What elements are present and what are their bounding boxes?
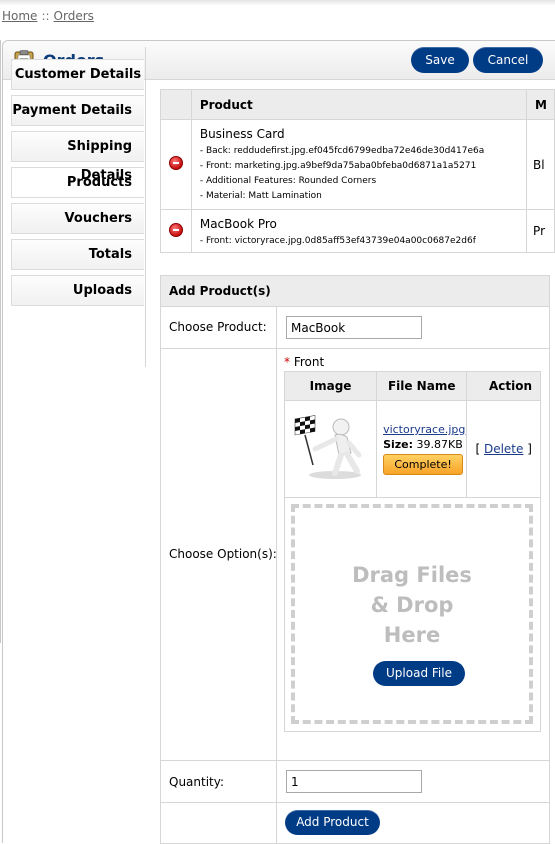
tab-customer-details[interactable]: Customer Details (11, 59, 144, 90)
top-shadow-bar (0, 0, 555, 6)
uploaded-file-row: victoryrace.jpg Size: 39.87KB Complete! … (284, 400, 541, 498)
quantity-row: Quantity: (161, 761, 549, 803)
remove-cell (160, 119, 192, 210)
upload-options-table: Image File Name Action victoryrace.jpg S… (284, 371, 541, 732)
choose-product-input[interactable] (286, 316, 422, 339)
action-cell: [ Delete ] (466, 400, 541, 498)
cancel-button[interactable]: Cancel (473, 47, 543, 73)
upload-complete-badge[interactable]: Complete! (383, 454, 464, 475)
table-row: Business Card - Back: reddudefirst.jpg.e… (160, 119, 555, 210)
option-name: Front (293, 355, 325, 369)
tab-products[interactable]: Products (11, 167, 144, 198)
add-product-row: Add Product (161, 803, 549, 843)
remove-cell (160, 209, 192, 253)
dropzone-text-line: Drag Files (352, 563, 472, 587)
file-dropzone[interactable]: Drag Files & Drop Here Upload File (291, 504, 533, 724)
product-cell: Business Card - Back: reddudefirst.jpg.e… (191, 119, 528, 210)
breadcrumb-home-link[interactable]: Home (2, 9, 37, 23)
row-divider (276, 803, 277, 843)
delete-file-link[interactable]: Delete (484, 442, 523, 456)
file-thumbnail (291, 414, 371, 486)
row-divider (276, 307, 277, 348)
breadcrumb-orders-link[interactable]: Orders (54, 9, 94, 23)
dropzone-row: Drag Files & Drop Here Upload File (284, 497, 541, 732)
dropzone-text-line: Here (383, 623, 441, 647)
options-header-row: Image File Name Action (284, 371, 541, 401)
page-left-edge (0, 40, 1, 643)
dropzone-cell: Drag Files & Drop Here Upload File (284, 497, 541, 732)
tab-shipping-details[interactable]: Shipping Details (11, 131, 144, 183)
file-size-label: Size: (383, 438, 414, 451)
remove-product-icon[interactable] (168, 156, 183, 170)
remove-product-icon[interactable] (168, 222, 183, 237)
tab-vouchers[interactable]: Vouchers (11, 203, 144, 234)
remove-column-header (160, 89, 192, 120)
tab-totals[interactable]: Totals (11, 239, 144, 270)
table-header-row: Product M (160, 89, 555, 120)
quantity-label: Quantity: (169, 775, 225, 789)
product-option: - Additional Features: Rounded Corners (199, 176, 377, 186)
file-size-value: 39.87KB (416, 438, 463, 451)
file-info-cell: victoryrace.jpg Size: 39.87KB Complete! (376, 400, 468, 498)
delete-bracket-open: [ (475, 442, 481, 456)
product-name: MacBook Pro (199, 217, 277, 231)
model-cell: Bl (526, 119, 555, 210)
product-cell: MacBook Pro - Front: victoryrace.jpg.0d8… (191, 209, 528, 253)
vertical-tabs: Customer Details Payment Details Shippin… (11, 59, 144, 311)
choose-product-label: Choose Product: (169, 320, 267, 334)
tabs-divider (145, 47, 146, 367)
breadcrumb: Home:: Orders (2, 9, 94, 23)
breadcrumb-separator: :: (41, 9, 50, 23)
model-column-header: M (526, 89, 555, 120)
add-products-box: Add Product(s) Choose Product: Choose Op… (160, 275, 550, 844)
tab-payment-details[interactable]: Payment Details (11, 95, 144, 126)
option-title: * Front (284, 355, 324, 369)
add-products-heading: Add Product(s) (161, 276, 549, 307)
model-cell: Pr (526, 209, 555, 253)
choose-options-row: Choose Option(s): * Front Image File Nam… (161, 349, 549, 761)
upload-file-button[interactable]: Upload File (373, 661, 465, 686)
dropzone-text: Drag Files & Drop Here (295, 560, 529, 650)
tab-uploads[interactable]: Uploads (11, 275, 144, 306)
product-column-header: Product (191, 89, 528, 120)
dropzone-text-line: & Drop (370, 593, 454, 617)
product-option: - Back: reddudefirst.jpg.ef045fcd6799edb… (199, 146, 485, 156)
save-button[interactable]: Save (411, 47, 469, 73)
row-divider (276, 349, 277, 760)
choose-product-row: Choose Product: (161, 307, 549, 349)
action-column-header: Action (466, 371, 541, 401)
product-name: Business Card (199, 127, 285, 141)
required-mark: * (284, 355, 290, 369)
order-products-table: Product M Business Card - Back: reddudef… (160, 89, 555, 253)
add-product-button[interactable]: Add Product (285, 810, 380, 835)
choose-options-label: Choose Option(s): (169, 547, 277, 561)
quantity-input[interactable] (286, 770, 422, 793)
file-name-link[interactable]: victoryrace.jpg (383, 423, 465, 436)
file-name-column-header: File Name (376, 371, 468, 401)
row-divider (276, 761, 277, 802)
product-option: - Material: Matt Lamination (199, 191, 322, 201)
table-row: MacBook Pro - Front: victoryrace.jpg.0d8… (160, 209, 555, 253)
image-column-header: Image (284, 371, 378, 401)
product-option: - Front: marketing.jpg.a9bef9da75aba0bfe… (199, 161, 477, 171)
product-option: - Front: victoryrace.jpg.0d85aff53ef4373… (199, 236, 476, 246)
thumbnail-cell (284, 400, 378, 498)
delete-bracket-close: ] (527, 442, 532, 456)
